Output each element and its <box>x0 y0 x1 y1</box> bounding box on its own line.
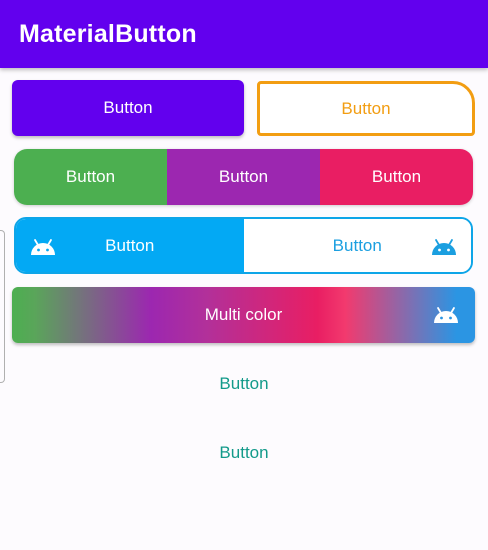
segment-button-label: Button <box>218 167 269 186</box>
segment-button-pink[interactable]: Button <box>320 149 473 205</box>
text-button-label: Button <box>219 374 269 393</box>
app-bar: MaterialButton <box>0 0 488 68</box>
toggle-button-group: Button Button <box>14 217 473 274</box>
toggle-button-label: Button <box>332 235 382 255</box>
text-button[interactable]: Button <box>144 429 344 477</box>
outlined-button[interactable]: Button <box>257 81 475 136</box>
toggle-button-label: Button <box>105 235 155 255</box>
app-bar-title: MaterialButton <box>19 20 197 48</box>
toggle-button-checked[interactable]: Button <box>16 219 244 272</box>
android-icon <box>434 307 458 323</box>
text-button[interactable]: Button <box>144 360 344 408</box>
filled-button[interactable]: Button <box>12 80 244 136</box>
multi-color-button[interactable]: Multi color <box>12 287 475 343</box>
segment-button-green[interactable]: Button <box>14 149 167 205</box>
android-icon <box>31 239 55 255</box>
segment-button-purple[interactable]: Button <box>167 149 320 205</box>
outlined-button-label: Button <box>341 98 391 118</box>
text-button-label: Button <box>219 443 269 462</box>
scroll-edge-indicator <box>0 230 5 383</box>
segmented-button-group: Button Button Button <box>14 149 473 205</box>
filled-button-label: Button <box>103 98 153 117</box>
android-icon <box>432 239 456 255</box>
segment-button-label: Button <box>65 167 116 186</box>
segment-button-label: Button <box>371 167 422 186</box>
multi-color-button-label: Multi color <box>204 305 283 324</box>
toggle-button-unchecked[interactable]: Button <box>243 219 471 272</box>
